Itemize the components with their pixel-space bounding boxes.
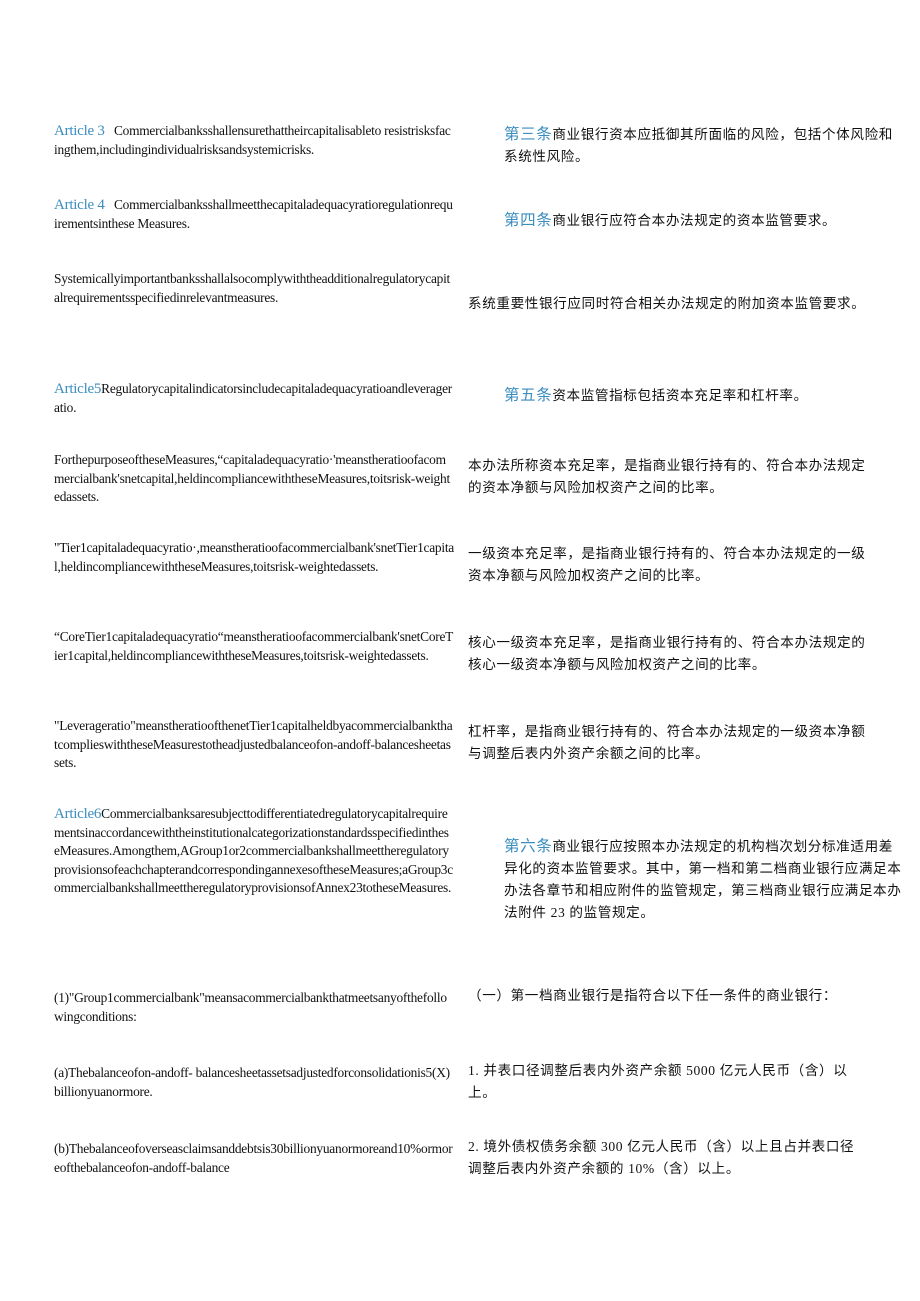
paragraph-zh: 本办法所称资本充足率，是指商业银行持有的、符合本办法规定的资本净额与风险加权资产… — [468, 455, 868, 499]
paragraph-en: (b)Thebalanceofoverseasclaimsanddebtsis3… — [54, 1140, 454, 1177]
article-6-zh: 第六条商业银行应按照本办法规定的机构档次划分标准适用差异化的资本监管要求。其中，… — [468, 836, 904, 924]
article-text: Commercialbanksshallmeetthecapitaladequa… — [54, 197, 453, 231]
article-label: Article 3 — [54, 123, 105, 139]
article-text: 商业银行应按照本办法规定的机构档次划分标准适用差异化的资本监管要求。其中，第一档… — [504, 839, 902, 920]
article-text: 商业银行资本应抵御其所面临的风险，包括个体风险和系统性风险。 — [504, 127, 893, 164]
paragraph-zh: 核心一级资本充足率，是指商业银行持有的、符合本办法规定的核心一级资本净额与风险加… — [468, 632, 868, 676]
article-label: 第六条 — [504, 838, 553, 855]
paragraph-text: (a)Thebalanceofon-andoff- balancesheetas… — [54, 1065, 450, 1099]
article-label: Article5 — [54, 381, 102, 397]
paragraph-zh: （一）第一档商业银行是指符合以下任一条件的商业银行： — [468, 985, 868, 1007]
paragraph-en: “CoreTier1capitaladequacyratio“meansther… — [54, 628, 454, 665]
paragraph-text: 一级资本充足率，是指商业银行持有的、符合本办法规定的一级资本净额与风险加权资产之… — [468, 546, 866, 583]
paragraph-text: "Tier1capitaladequacyratio·,meanstherati… — [54, 540, 454, 574]
article-label: Article 4 — [54, 197, 105, 213]
paragraph-en: "Leverageratio"meanstheratioofthenetTier… — [54, 717, 454, 773]
paragraph-zh: 系统重要性银行应同时符合相关办法规定的附加资本监管要求。 — [468, 293, 868, 315]
paragraph-en: (1)"Group1commercialbank"meansacommercia… — [54, 989, 454, 1026]
article-3-zh: 第三条商业银行资本应抵御其所面临的风险，包括个体风险和系统性风险。 — [468, 124, 904, 168]
paragraph-text: （一）第一档商业银行是指符合以下任一条件的商业银行： — [468, 988, 838, 1003]
article-label: Article6 — [54, 806, 102, 822]
paragraph-zh: 2. 境外债权债务余额 300 亿元人民币（含）以上且占并表口径调整后表内外资产… — [468, 1136, 868, 1180]
paragraph-text: 本办法所称资本充足率，是指商业银行持有的、符合本办法规定的资本净额与风险加权资产… — [468, 458, 866, 495]
paragraph-text: ForthepurposeoftheseMeasures,“capitalade… — [54, 452, 450, 504]
paragraph-text: “CoreTier1capitaladequacyratio“meansther… — [54, 629, 454, 663]
paragraph-zh: 杠杆率，是指商业银行持有的、符合本办法规定的一级资本净额与调整后表内外资产余额之… — [468, 721, 868, 765]
paragraph-text: Systemicallyimportantbanksshallalsocompl… — [54, 271, 451, 305]
paragraph-en: Systemicallyimportantbanksshallalsocompl… — [54, 270, 454, 307]
paragraph-text: 杠杆率，是指商业银行持有的、符合本办法规定的一级资本净额与调整后表内外资产余额之… — [468, 724, 866, 761]
article-text: Regulatorycapitalindicatorsincludecapita… — [54, 381, 452, 415]
article-text: Commercialbanksshallensurethattheircapit… — [54, 123, 451, 157]
article-6-en: Article6Commercialbanksaresubjecttodiffe… — [54, 805, 454, 898]
article-label: 第三条 — [504, 126, 553, 143]
paragraph-zh: 一级资本充足率，是指商业银行持有的、符合本办法规定的一级资本净额与风险加权资产之… — [468, 543, 868, 587]
article-text: Commercialbanksaresubjecttodifferentiate… — [54, 806, 453, 895]
article-text: 资本监管指标包括资本充足率和杠杆率。 — [552, 388, 808, 403]
article-3-en: Article 3 Commercialbanksshallensurethat… — [54, 122, 454, 159]
article-label: 第四条 — [504, 212, 553, 229]
paragraph-text: (b)Thebalanceofoverseasclaimsanddebtsis3… — [54, 1141, 453, 1175]
paragraph-text: 核心一级资本充足率，是指商业银行持有的、符合本办法规定的核心一级资本净额与风险加… — [468, 635, 866, 672]
article-4-zh: 第四条商业银行应符合本办法规定的资本监管要求。 — [468, 210, 904, 232]
article-label: 第五条 — [504, 387, 553, 404]
paragraph-text: 2. 境外债权债务余额 300 亿元人民币（含）以上且占并表口径调整后表内外资产… — [468, 1139, 855, 1176]
article-5-zh: 第五条资本监管指标包括资本充足率和杠杆率。 — [468, 385, 904, 407]
paragraph-en: ForthepurposeoftheseMeasures,“capitalade… — [54, 451, 454, 507]
paragraph-text: 系统重要性银行应同时符合相关办法规定的附加资本监管要求。 — [468, 296, 866, 311]
paragraph-en: (a)Thebalanceofon-andoff- balancesheetas… — [54, 1064, 454, 1101]
article-text: 商业银行应符合本办法规定的资本监管要求。 — [552, 213, 837, 228]
paragraph-zh: 1. 并表口径调整后表内外资产余额 5000 亿元人民币（含）以上。 — [468, 1060, 868, 1104]
paragraph-text: 1. 并表口径调整后表内外资产余额 5000 亿元人民币（含）以上。 — [468, 1063, 848, 1100]
paragraph-text: (1)"Group1commercialbank"meansacommercia… — [54, 990, 447, 1024]
article-5-en: Article5Regulatorycapitalindicatorsinclu… — [54, 380, 454, 417]
paragraph-en: "Tier1capitaladequacyratio·,meanstherati… — [54, 539, 454, 576]
paragraph-text: "Leverageratio"meanstheratioofthenetTier… — [54, 718, 453, 770]
article-4-en: Article 4 Commercialbanksshallmeetthecap… — [54, 196, 454, 233]
